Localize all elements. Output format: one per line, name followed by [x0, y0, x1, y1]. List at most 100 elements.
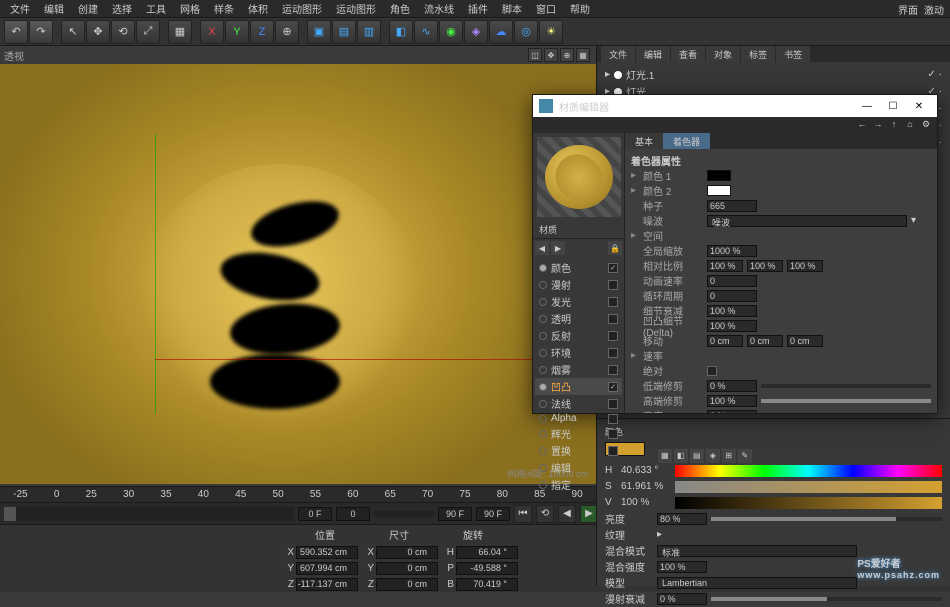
recent-tool[interactable]: ▦ — [168, 20, 192, 44]
spline-tool[interactable]: ∿ — [414, 20, 438, 44]
noise-menu-icon[interactable]: ▾ — [911, 215, 916, 226]
menu-脚本[interactable]: 脚本 — [496, 0, 528, 18]
mixstrength-input[interactable]: 100 % — [657, 561, 707, 573]
channel-辉光[interactable]: 辉光 — [535, 425, 622, 442]
timeline-mini-slider[interactable] — [374, 511, 434, 517]
objtab-查看[interactable]: 查看 — [671, 46, 705, 62]
diffuse-falloff-slider[interactable] — [711, 597, 942, 601]
menu-样条[interactable]: 样条 — [208, 0, 240, 18]
minimize-button[interactable]: — — [855, 97, 879, 115]
render-pv-button[interactable]: ▤ — [332, 20, 356, 44]
rely-input[interactable]: 100 % — [747, 260, 783, 272]
loop-input[interactable]: 0 — [707, 290, 757, 302]
menu-工具[interactable]: 工具 — [140, 0, 172, 18]
menu-角色[interactable]: 角色 — [384, 0, 416, 18]
highclip-input[interactable]: 100 % — [707, 395, 757, 407]
dlg-tool-5[interactable]: ⚙ — [919, 117, 933, 131]
prev-key-button[interactable]: ⟲ — [536, 505, 554, 523]
channel-烟雾[interactable]: 烟雾 — [535, 361, 622, 378]
movex-input[interactable]: 0 cm — [707, 335, 743, 347]
noise-dropdown[interactable]: 噪波 — [707, 215, 907, 227]
channel-编辑[interactable]: 编辑 — [535, 459, 622, 476]
objtab-文件[interactable]: 文件 — [601, 46, 635, 62]
diffuse-falloff-input[interactable]: 0 % — [657, 593, 707, 605]
vp-icon-1[interactable]: ◫ — [528, 48, 542, 62]
viewport[interactable]: 透视 ◫ ✥ ⊕ ▦ 网格间距: 10000 cm -2502530354045… — [0, 46, 596, 502]
menu-编辑[interactable]: 编辑 — [38, 0, 70, 18]
relx-input[interactable]: 100 % — [707, 260, 743, 272]
material-name-label[interactable]: 材质 — [533, 221, 624, 239]
abs-checkbox[interactable] — [707, 366, 717, 376]
cp-icon-2[interactable]: ◧ — [674, 449, 688, 463]
anim-speed-input[interactable]: 0 — [707, 275, 757, 287]
pos-y-input[interactable]: 607.994 cm — [296, 562, 358, 575]
layout-switcher[interactable]: 界面 激动 — [898, 2, 944, 17]
menu-流水线[interactable]: 流水线 — [418, 0, 460, 18]
menu-选择[interactable]: 选择 — [106, 0, 138, 18]
environment-tool[interactable]: ☁ — [489, 20, 513, 44]
rot-b-input[interactable]: 70.419 ° — [456, 578, 518, 591]
menu-体积[interactable]: 体积 — [242, 0, 274, 18]
layout-label-b[interactable]: 激动 — [924, 2, 944, 17]
brightness-input[interactable]: 80 % — [657, 513, 707, 525]
sat-slider[interactable] — [675, 481, 942, 493]
mat-next-button[interactable]: ▶ — [551, 241, 565, 255]
lowclip-input[interactable]: 0 % — [707, 380, 757, 392]
channel-置换[interactable]: 置换 — [535, 442, 622, 459]
channel-环境[interactable]: 环境 — [535, 344, 622, 361]
texture-arrow-icon[interactable]: ▸ — [657, 529, 662, 540]
layout-label-a[interactable]: 界面 — [898, 2, 918, 17]
model-dropdown[interactable]: Lambertian — [657, 577, 857, 589]
channel-透明[interactable]: 透明 — [535, 310, 622, 327]
rotate-tool[interactable]: ⟲ — [111, 20, 135, 44]
render-view[interactable]: 网格间距: 10000 cm — [0, 64, 596, 484]
object-manager-tabs[interactable]: 文件编辑查看对象标签书签 — [597, 46, 950, 62]
rot-h-input[interactable]: 66.04 ° — [456, 546, 518, 559]
prev-frame-button[interactable]: ◀ — [558, 505, 576, 523]
mat-prev-button[interactable]: ◀ — [535, 241, 549, 255]
y-axis-lock[interactable]: Y — [225, 20, 249, 44]
size-z-input[interactable]: 0 cm — [376, 578, 438, 591]
detail-input[interactable]: 100 % — [707, 305, 757, 317]
close-button[interactable]: ✕ — [907, 97, 931, 115]
camera-tool[interactable]: ◎ — [514, 20, 538, 44]
menu-创建[interactable]: 创建 — [72, 0, 104, 18]
light-tool[interactable]: ☀ — [539, 20, 563, 44]
menu-窗口[interactable]: 窗口 — [530, 0, 562, 18]
objtab-书签[interactable]: 书签 — [776, 46, 810, 62]
vp-icon-4[interactable]: ▦ — [576, 48, 590, 62]
channel-发光[interactable]: 发光 — [535, 293, 622, 310]
s-value[interactable]: 61.961 % — [621, 481, 671, 492]
render-settings-button[interactable]: ▥ — [357, 20, 381, 44]
render-view-button[interactable]: ▣ — [307, 20, 331, 44]
primitive-cube[interactable]: ◧ — [389, 20, 413, 44]
mat-lock-button[interactable]: 🔒 — [608, 241, 622, 255]
channel-颜色[interactable]: 颜色 — [535, 259, 622, 276]
z-axis-lock[interactable]: Z — [250, 20, 274, 44]
frame-start-input[interactable] — [298, 507, 332, 521]
movez-input[interactable]: 0 cm — [787, 335, 823, 347]
rot-p-input[interactable]: -49.588 ° — [456, 562, 518, 575]
redo-button[interactable]: ↷ — [29, 20, 53, 44]
timeline-ruler[interactable]: -2502530354045505560657075808590 — [0, 486, 596, 502]
val-slider[interactable] — [675, 497, 942, 509]
menu-网格[interactable]: 网格 — [174, 0, 206, 18]
menu-文件[interactable]: 文件 — [4, 0, 36, 18]
seed-input[interactable]: 665 — [707, 200, 757, 212]
material-preview[interactable] — [537, 137, 621, 217]
cp-icon-3[interactable]: ▤ — [690, 449, 704, 463]
channel-指定[interactable]: 指定 — [535, 476, 622, 493]
menu-帮助[interactable]: 帮助 — [564, 0, 596, 18]
channel-Alpha[interactable]: Alpha — [535, 412, 622, 425]
x-axis-lock[interactable]: X — [200, 20, 224, 44]
channel-法线[interactable]: 法线 — [535, 395, 622, 412]
h-value[interactable]: 40.633 ° — [621, 465, 671, 476]
hue-slider[interactable] — [675, 465, 942, 477]
vp-icon-2[interactable]: ✥ — [544, 48, 558, 62]
v-value[interactable]: 100 % — [621, 497, 671, 508]
size-y-input[interactable]: 0 cm — [376, 562, 438, 575]
move-tool[interactable]: ✥ — [86, 20, 110, 44]
undo-button[interactable]: ↶ — [4, 20, 28, 44]
generator-tool[interactable]: ◉ — [439, 20, 463, 44]
pos-x-input[interactable]: 590.352 cm — [296, 546, 358, 559]
